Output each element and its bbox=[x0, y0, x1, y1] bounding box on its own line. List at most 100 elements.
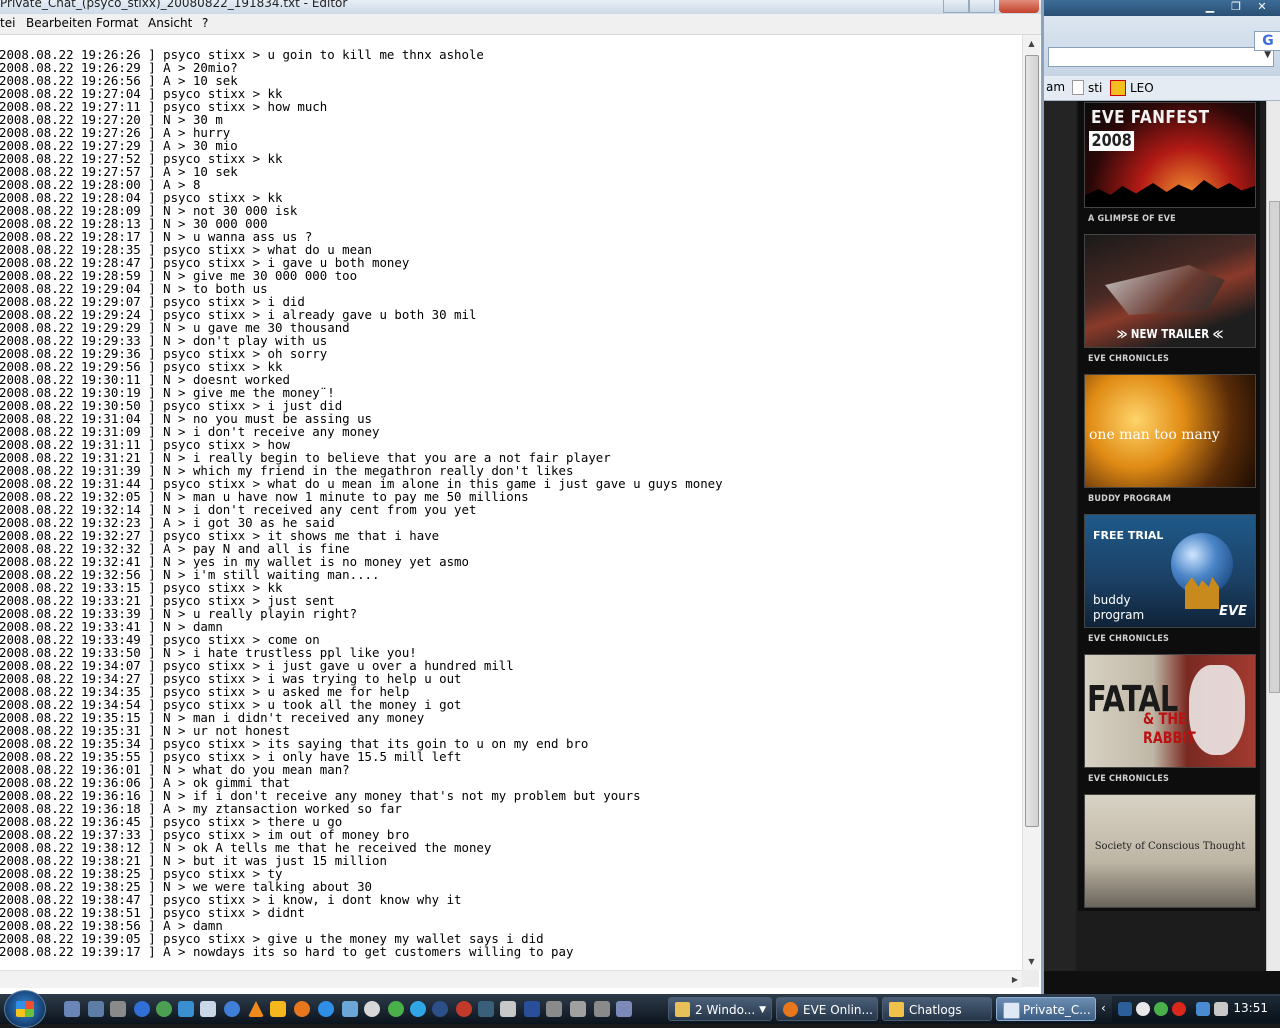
resize-grip[interactable] bbox=[1022, 970, 1039, 987]
app-icon[interactable] bbox=[594, 1001, 610, 1017]
bookmark-label: LEO bbox=[1130, 81, 1154, 95]
scrollbar-thumb[interactable] bbox=[1025, 55, 1039, 827]
taskbar-button-chatlogs[interactable]: Chatlogs bbox=[882, 997, 992, 1021]
vlc-icon[interactable] bbox=[248, 1001, 264, 1017]
show-hidden-icons-icon[interactable]: ‹ bbox=[1101, 1001, 1106, 1015]
app-icon[interactable] bbox=[270, 1001, 286, 1017]
menu-help[interactable]: ? bbox=[202, 16, 208, 30]
crowd-silhouette bbox=[1085, 180, 1255, 207]
skype-icon[interactable] bbox=[410, 1001, 426, 1017]
folder-icon bbox=[889, 1002, 904, 1017]
scroll-up-icon[interactable]: ▲ bbox=[1023, 35, 1040, 52]
browser-window-controls: ▁ ❐ ✕ bbox=[1198, 0, 1274, 14]
one-man-too-many-banner[interactable]: one man too many bbox=[1084, 374, 1256, 488]
start-button[interactable] bbox=[4, 990, 46, 1028]
chevron-down-icon: ▼ bbox=[759, 1005, 766, 1015]
society-banner[interactable]: Society of Conscious Thought bbox=[1084, 794, 1256, 908]
maximize-button[interactable] bbox=[969, 0, 995, 13]
notepad-titlebar: Private_Chat_(psyco_stixx)_20080822_1918… bbox=[0, 0, 1041, 14]
banner-subtitle: buddy program bbox=[1093, 593, 1144, 623]
browser-titlebar: ▁ ❐ ✕ bbox=[1040, 0, 1280, 16]
firefox-icon[interactable] bbox=[294, 1001, 310, 1017]
close-button[interactable] bbox=[999, 0, 1039, 13]
task-label: Private_C... bbox=[1023, 1003, 1091, 1017]
app-icon[interactable] bbox=[432, 1001, 448, 1017]
bookmark-item[interactable]: sti bbox=[1072, 80, 1102, 95]
internet-explorer-icon[interactable] bbox=[318, 1001, 334, 1017]
section-label: EVE CHRONICLES bbox=[1088, 774, 1170, 784]
bookmark-label: am bbox=[1046, 80, 1066, 94]
app-icon[interactable] bbox=[570, 1001, 586, 1017]
folder-icon bbox=[675, 1002, 690, 1017]
banner-subtitle-line: program bbox=[1093, 608, 1145, 622]
app-icon[interactable] bbox=[364, 1001, 380, 1017]
taskbar-button-private-chat[interactable]: Private_C... bbox=[996, 997, 1096, 1021]
minimize-button[interactable] bbox=[943, 0, 969, 13]
section-label: A GLIMPSE OF EVE bbox=[1088, 214, 1176, 224]
app-icon[interactable] bbox=[500, 1001, 516, 1017]
text-editor-area[interactable]: 2008.08.22 19:26:26 ] psyco stixx > u go… bbox=[0, 35, 1022, 970]
tray-app-icon[interactable] bbox=[1172, 1002, 1186, 1016]
address-bar[interactable]: ▼ bbox=[1048, 47, 1274, 67]
buddy-program-banner[interactable]: FREE TRIAL buddy program EVE bbox=[1084, 514, 1256, 628]
tool-icon[interactable] bbox=[110, 1001, 126, 1017]
banner-subtitle: & THE RABBIT bbox=[1143, 709, 1196, 747]
eve-fanfest-banner[interactable]: EVE FANFEST 2008 bbox=[1084, 102, 1256, 208]
task-label: 2 Windo... bbox=[695, 1003, 756, 1017]
icq-icon[interactable] bbox=[1154, 1002, 1168, 1016]
bookmark-item[interactable]: am bbox=[1046, 80, 1065, 94]
task-label: EVE Onlin... bbox=[803, 1003, 873, 1017]
app-icon[interactable] bbox=[156, 1001, 172, 1017]
icq-icon[interactable] bbox=[388, 1001, 404, 1017]
new-trailer-banner[interactable]: ≫ NEW TRAILER ≪ bbox=[1084, 234, 1256, 348]
close-icon[interactable]: ✕ bbox=[1250, 0, 1274, 14]
section-label: BUDDY PROGRAM bbox=[1088, 494, 1172, 504]
chevron-down-icon[interactable]: ▼ bbox=[1264, 50, 1271, 60]
google-search-icon[interactable]: G bbox=[1254, 31, 1280, 51]
banner-year: 2008 bbox=[1089, 131, 1135, 151]
tray-app-icon[interactable] bbox=[1136, 1002, 1150, 1016]
menu-ansicht[interactable]: Ansicht bbox=[148, 16, 192, 30]
app-icon[interactable] bbox=[178, 1001, 194, 1017]
menu-datei[interactable]: tei bbox=[0, 16, 15, 30]
app-icon[interactable] bbox=[524, 1001, 540, 1017]
notepad-icon bbox=[1003, 1002, 1020, 1019]
scrollbar-thumb[interactable] bbox=[1269, 201, 1280, 693]
show-desktop-icon[interactable] bbox=[64, 1001, 80, 1017]
network-icon[interactable] bbox=[1196, 1002, 1210, 1016]
app-icon[interactable] bbox=[200, 1001, 216, 1017]
bookmark-item[interactable]: LEO bbox=[1110, 80, 1154, 96]
menu-bearbeiten[interactable]: Bearbeiten bbox=[26, 16, 92, 30]
taskbar-button-eve-online[interactable]: EVE Onlin... bbox=[776, 997, 878, 1021]
app-icon[interactable] bbox=[478, 1001, 494, 1017]
browser-scrollbar[interactable] bbox=[1266, 101, 1280, 971]
banner-title: EVE FANFEST bbox=[1091, 107, 1210, 128]
system-tray: ‹ 13:51 bbox=[1101, 996, 1280, 1022]
app-icon[interactable] bbox=[456, 1001, 472, 1017]
clock[interactable]: 13:51 bbox=[1233, 1001, 1268, 1015]
bookmarks-bar: am sti LEO bbox=[1040, 76, 1280, 101]
tray-app-icon[interactable] bbox=[1118, 1002, 1132, 1016]
scroll-right-icon[interactable]: ▶ bbox=[1012, 971, 1018, 988]
taskbar-button-windows-group[interactable]: 2 Windo... ▼ bbox=[668, 997, 772, 1021]
app-icon[interactable] bbox=[616, 1001, 632, 1017]
volume-icon[interactable] bbox=[1214, 1002, 1228, 1016]
banner-title: FREE TRIAL bbox=[1093, 529, 1164, 542]
switch-windows-icon[interactable] bbox=[88, 1001, 104, 1017]
window-title: Private_Chat_(psyco_stixx)_20080822_1918… bbox=[0, 0, 348, 10]
minimize-icon[interactable]: ▁ bbox=[1198, 0, 1222, 14]
banner-caption: one man too many bbox=[1089, 427, 1220, 443]
menu-format[interactable]: Format bbox=[96, 16, 138, 30]
people-icon bbox=[1185, 577, 1219, 609]
page-icon bbox=[1072, 80, 1084, 95]
scroll-down-icon[interactable]: ▼ bbox=[1023, 953, 1040, 970]
app-icon[interactable] bbox=[224, 1001, 240, 1017]
app-icon[interactable] bbox=[134, 1001, 150, 1017]
app-icon[interactable] bbox=[342, 1001, 358, 1017]
horizontal-scrollbar[interactable]: ▶ bbox=[0, 970, 1022, 988]
vertical-scrollbar[interactable]: ▲ ▼ bbox=[1022, 35, 1040, 970]
restore-icon[interactable]: ❐ bbox=[1224, 0, 1248, 14]
banner-caption: Society of Conscious Thought bbox=[1094, 841, 1246, 852]
fatal-rabbit-banner[interactable]: FATAL & THE RABBIT bbox=[1084, 654, 1256, 768]
app-icon[interactable] bbox=[546, 1001, 562, 1017]
